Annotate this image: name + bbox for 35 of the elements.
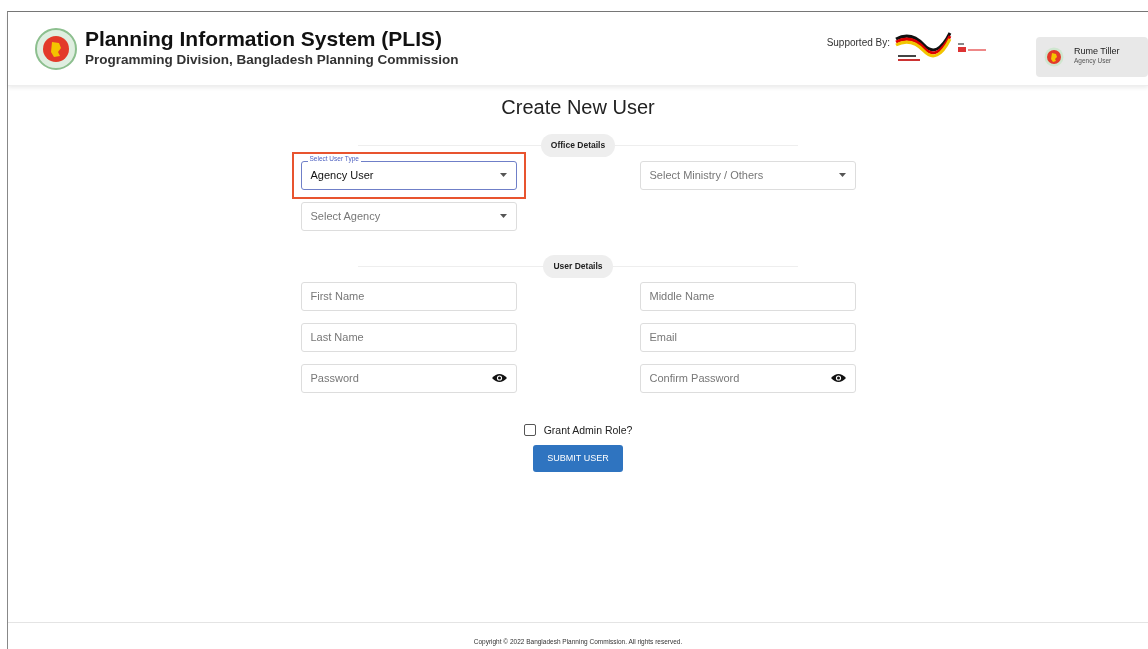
field-placeholder: Last Name <box>310 329 364 345</box>
field-placeholder: Confirm Password <box>649 370 740 386</box>
admin-checkbox[interactable] <box>523 424 536 437</box>
field-placeholder: Email <box>649 329 677 345</box>
emblem-avatar-icon <box>1044 46 1064 67</box>
page-title: Create New User <box>500 95 656 120</box>
field-value: Agency User <box>310 168 374 183</box>
password-field[interactable]: Confirm Password <box>639 363 856 393</box>
field-placeholder: Select Agency <box>310 209 381 224</box>
app-subtitle: Programming Division, Bangladesh Planning Commission <box>85 50 459 69</box>
field-placeholder: First Name <box>310 288 365 304</box>
emblem-logo-icon <box>35 27 77 70</box>
dropdown-caret-icon <box>838 173 846 178</box>
password-field[interactable]: Password <box>300 363 517 393</box>
input-field[interactable]: Middle Name <box>639 281 856 311</box>
section-chip: Office Details <box>540 134 616 157</box>
input-field[interactable]: First Name <box>300 281 517 311</box>
show-password-icon[interactable] <box>491 373 507 383</box>
input-field[interactable]: Last Name <box>300 322 517 352</box>
select-field[interactable]: Select Ministry / Others <box>639 160 856 190</box>
select-field[interactable]: Select Agency <box>300 201 517 231</box>
section-chip: User Details <box>543 254 613 278</box>
checkbox-label: Grant Admin Role? <box>543 422 633 438</box>
dropdown-caret-icon <box>499 214 507 219</box>
user-name: Rume Tiller <box>1074 47 1120 57</box>
input-field[interactable]: Email <box>639 322 856 352</box>
app-title: Planning Information System (PLIS) <box>85 26 444 50</box>
submit-button[interactable]: SUBMIT USER <box>533 445 623 473</box>
giz-logo-icon <box>958 42 988 55</box>
show-password-icon[interactable] <box>830 373 846 383</box>
field-placeholder: Select Ministry / Others <box>649 168 764 183</box>
supported-by-label: Supported By: <box>826 35 890 50</box>
field-placeholder: Middle Name <box>649 288 715 304</box>
field-placeholder: Password <box>310 370 359 386</box>
dropdown-caret-icon <box>499 173 507 178</box>
